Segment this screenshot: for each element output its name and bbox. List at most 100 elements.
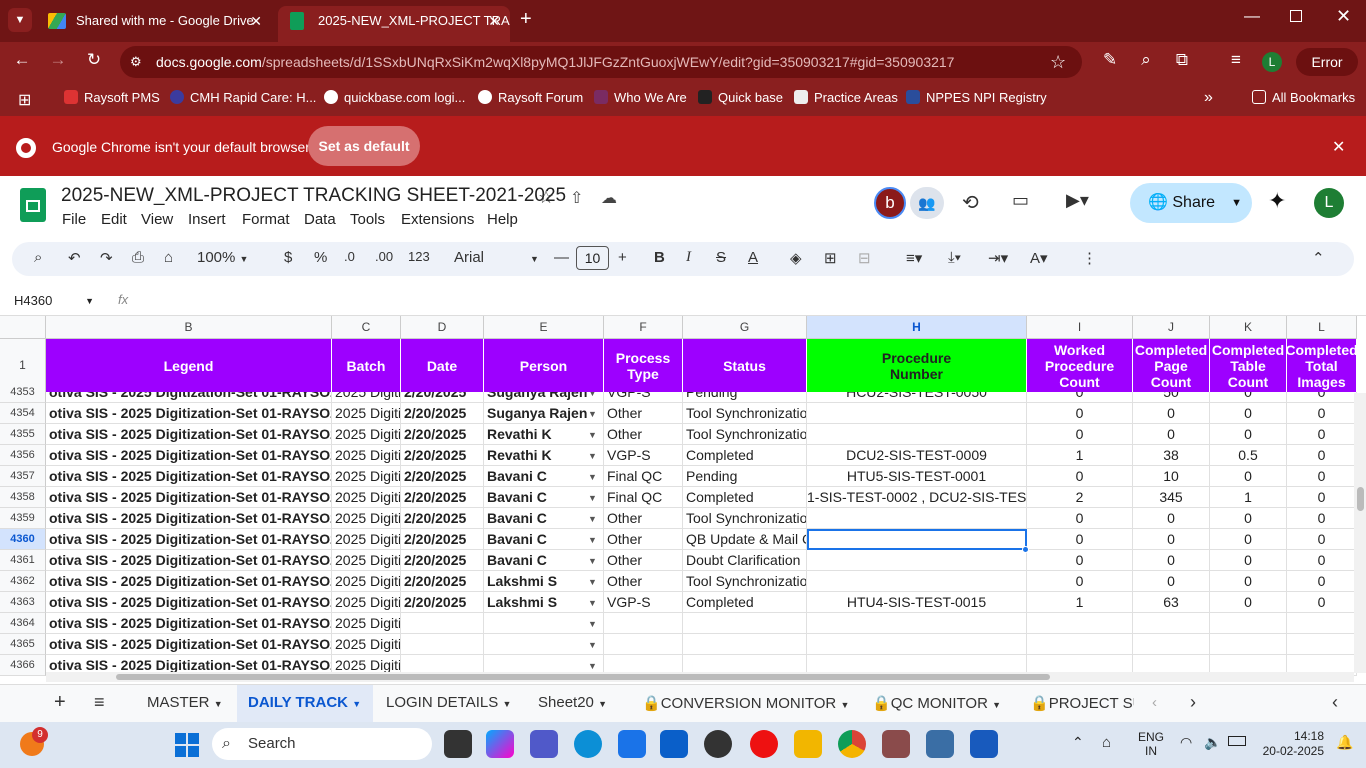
media-icon[interactable]: ≡ bbox=[1224, 50, 1248, 70]
cell-g[interactable]: Tool Synchronization bbox=[683, 571, 807, 592]
file-explorer-icon[interactable] bbox=[794, 730, 822, 758]
dropdown-arrow-icon[interactable]: ▼ bbox=[588, 577, 597, 587]
scroll-tabs-left-icon[interactable]: ‹ bbox=[1152, 694, 1157, 711]
horizontal-align-icon[interactable]: ≡▾ bbox=[906, 249, 922, 267]
windows-start-icon[interactable] bbox=[175, 733, 199, 757]
selected-cell-outline[interactable] bbox=[807, 529, 1027, 550]
teams-icon[interactable] bbox=[530, 730, 558, 758]
sheet-tab-qc-monitor[interactable]: 🔒QC MONITOR ▼ bbox=[872, 694, 1001, 712]
strikethrough-icon[interactable]: S bbox=[716, 249, 726, 266]
sheet-tab-master[interactable]: MASTER ▼ bbox=[147, 694, 223, 711]
cell-g[interactable]: QB Update & Mail C bbox=[683, 529, 807, 550]
cell-f[interactable]: Other bbox=[604, 529, 683, 550]
cell-f[interactable]: Other bbox=[604, 403, 683, 424]
text-color-icon[interactable]: A bbox=[748, 249, 758, 266]
cell-j[interactable]: 0 bbox=[1133, 508, 1210, 529]
cell-k[interactable]: 0 bbox=[1210, 529, 1287, 550]
cell-g[interactable]: Tool Synchronization bbox=[683, 508, 807, 529]
collapse-menus-icon[interactable]: ⌃ bbox=[1312, 249, 1325, 267]
cell-g[interactable]: Tool Synchronization bbox=[683, 424, 807, 445]
menu-data[interactable]: Data bbox=[304, 211, 336, 228]
cell-k[interactable]: 0 bbox=[1210, 508, 1287, 529]
cell-h[interactable] bbox=[807, 424, 1027, 445]
cell-j[interactable]: 0 bbox=[1133, 571, 1210, 592]
sheet-tab-daily-track[interactable]: DAILY TRACK ▼ bbox=[237, 685, 373, 722]
cell-d[interactable]: 2/20/2025 bbox=[401, 445, 484, 466]
row-number[interactable]: 4357 bbox=[0, 466, 46, 487]
cell-h[interactable]: 1-SIS-TEST-0002 , DCU2-SIS-TEST- bbox=[807, 487, 1027, 508]
horizontal-scrollbar[interactable] bbox=[46, 672, 1354, 682]
font-size-input[interactable]: 10 bbox=[576, 246, 609, 270]
row-number[interactable]: 4361 bbox=[0, 550, 46, 571]
cell-d[interactable]: 2/20/2025 bbox=[401, 424, 484, 445]
scroll-thumb[interactable] bbox=[1357, 487, 1364, 511]
cell-i[interactable]: 0 bbox=[1027, 571, 1133, 592]
fill-color-icon[interactable]: ◈ bbox=[790, 249, 802, 267]
cell-b[interactable]: otiva SIS - 2025 Digitization-Set 01-RAY… bbox=[46, 508, 332, 529]
menu-extensions[interactable]: Extensions bbox=[401, 211, 474, 228]
sheet-tab-project-su[interactable]: 🔒PROJECT SU bbox=[1030, 694, 1134, 712]
row-number[interactable]: 4356 bbox=[0, 445, 46, 466]
cell-c[interactable]: 2025 Digiti bbox=[332, 529, 401, 550]
column-header-i[interactable]: I bbox=[1027, 316, 1133, 339]
extensions-icon[interactable]: ⧉ bbox=[1170, 50, 1194, 70]
scroll-tabs-right-icon[interactable]: › bbox=[1190, 692, 1196, 713]
reload-icon[interactable]: ↻ bbox=[82, 50, 106, 70]
add-sheet-icon[interactable]: + bbox=[54, 691, 66, 714]
cell-l[interactable]: 0 bbox=[1287, 487, 1357, 508]
column-header-k[interactable]: K bbox=[1210, 316, 1287, 339]
cell-e[interactable]: Lakshmi S bbox=[484, 571, 604, 592]
cell-d[interactable]: 2/20/2025 bbox=[401, 508, 484, 529]
row-number[interactable]: 4363 bbox=[0, 592, 46, 613]
number-format-button[interactable]: 123 bbox=[408, 249, 430, 264]
edge-icon[interactable] bbox=[574, 730, 602, 758]
cell-e[interactable] bbox=[484, 613, 604, 634]
cell-b[interactable]: otiva SIS - 2025 Digitization-Set 01-RAY… bbox=[46, 487, 332, 508]
bookmark-practice-areas[interactable]: Practice Areas bbox=[794, 90, 898, 105]
sheet-tab-conversion-monitor[interactable]: 🔒CONVERSION MONITOR ▼ bbox=[642, 694, 849, 712]
cell-k[interactable]: 0 bbox=[1210, 592, 1287, 613]
cell-d[interactable] bbox=[401, 613, 484, 634]
cell-f[interactable]: Other bbox=[604, 550, 683, 571]
cell-e[interactable]: Bavani C bbox=[484, 466, 604, 487]
cell-g[interactable]: Pending bbox=[683, 466, 807, 487]
cell-e[interactable] bbox=[484, 634, 604, 655]
cell-l[interactable]: 0 bbox=[1287, 403, 1357, 424]
set-default-button[interactable]: Set as default bbox=[308, 126, 420, 166]
text-rotation-icon[interactable]: A▾ bbox=[1030, 249, 1048, 267]
cell-f[interactable] bbox=[604, 613, 683, 634]
bookmark-nppes[interactable]: NPPES NPI Registry bbox=[906, 90, 1047, 105]
cell-c[interactable]: 2025 Digiti bbox=[332, 403, 401, 424]
dropdown-arrow-icon[interactable]: ▼ bbox=[588, 619, 597, 629]
cell-k[interactable]: 0 bbox=[1210, 550, 1287, 571]
cell-d[interactable]: 2/20/2025 bbox=[401, 529, 484, 550]
currency-format-button[interactable]: $ bbox=[284, 249, 292, 266]
cell-l[interactable]: 0 bbox=[1287, 592, 1357, 613]
menu-help[interactable]: Help bbox=[487, 211, 518, 228]
clock[interactable]: 14:18 20-02-2025 bbox=[1260, 729, 1324, 759]
cell-g[interactable]: Completed bbox=[683, 592, 807, 613]
formula-input[interactable] bbox=[140, 290, 1340, 312]
cell-i[interactable]: 2 bbox=[1027, 487, 1133, 508]
share-button[interactable]: 🌐 Share ▼ bbox=[1130, 183, 1252, 223]
tab-google-drive[interactable]: Shared with me - Google Drive ✕ bbox=[36, 6, 272, 42]
dell-icon[interactable] bbox=[704, 730, 732, 758]
cell-j[interactable]: 0 bbox=[1133, 403, 1210, 424]
borders-icon[interactable]: ⊞ bbox=[824, 249, 837, 267]
cell-b[interactable]: otiva SIS - 2025 Digitization-Set 01-RAY… bbox=[46, 424, 332, 445]
cell-h[interactable]: HTU5-SIS-TEST-0001 bbox=[807, 466, 1027, 487]
menu-tools[interactable]: Tools bbox=[350, 211, 385, 228]
row-number[interactable]: 4365 bbox=[0, 634, 46, 655]
wifi-icon[interactable]: ◠ bbox=[1180, 734, 1192, 751]
new-tab-button[interactable]: + bbox=[520, 8, 532, 31]
name-box[interactable]: H4360 ▼ bbox=[14, 291, 98, 311]
bookmark-star-icon[interactable]: ☆ bbox=[1050, 52, 1066, 73]
sheet-tab-login-details[interactable]: LOGIN DETAILS ▼ bbox=[386, 694, 511, 711]
increase-font-size-icon[interactable]: + bbox=[618, 249, 627, 266]
cell-g[interactable]: Doubt Clarification bbox=[683, 550, 807, 571]
vertical-scrollbar[interactable] bbox=[1354, 393, 1366, 673]
app-icon[interactable] bbox=[882, 730, 910, 758]
undo-icon[interactable]: ↶ bbox=[68, 249, 81, 267]
copilot-icon[interactable] bbox=[486, 730, 514, 758]
close-window-icon[interactable]: ✕ bbox=[1336, 6, 1351, 27]
